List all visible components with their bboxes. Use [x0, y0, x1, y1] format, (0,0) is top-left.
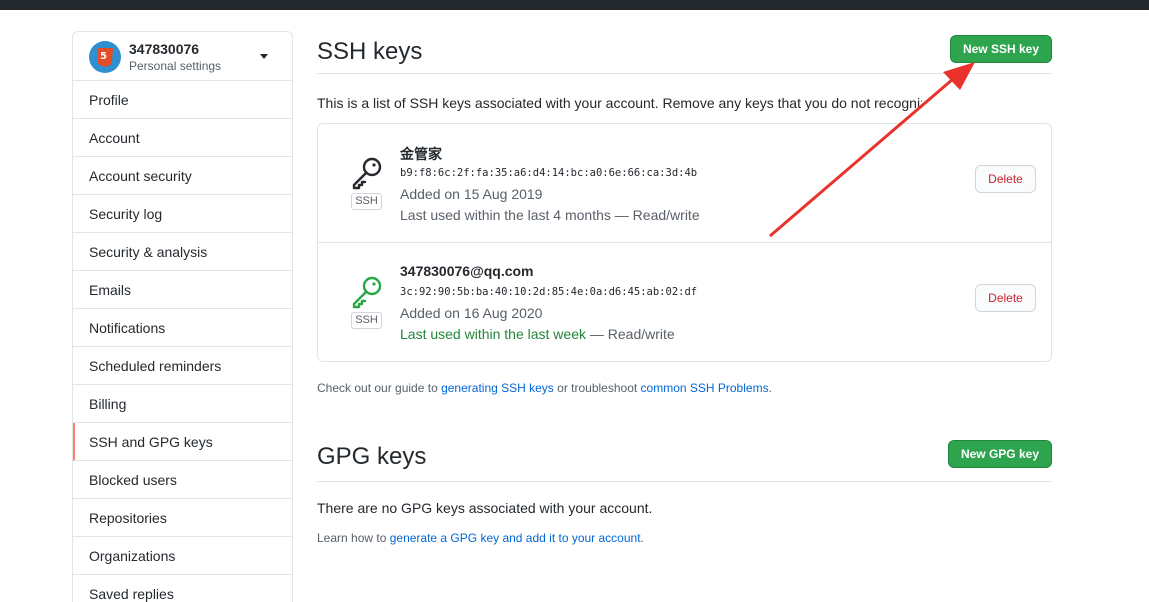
ssh-keys-title: SSH keys — [317, 38, 423, 65]
key-last-used: Last used within the last 4 months — Rea… — [400, 207, 700, 223]
key-fingerprint: 3c:92:90:5b:ba:40:10:2d:85:4e:0a:d6:45:a… — [400, 286, 698, 298]
ssh-badge: SSH — [351, 193, 382, 210]
avatar: 5 — [89, 41, 121, 73]
common-ssh-problems-link[interactable]: common SSH Problems — [641, 381, 769, 395]
sidebar-item-account-security[interactable]: Account security — [73, 157, 292, 195]
sidebar-item-security-analysis[interactable]: Security & analysis — [73, 233, 292, 271]
ssh-key-row: SSH 金管家 b9:f8:6c:2f:fa:35:a6:d4:14:bc:a0… — [318, 124, 1051, 243]
delete-key-button[interactable]: Delete — [975, 165, 1036, 193]
generate-gpg-key-link[interactable]: generate a GPG key and add it to your ac… — [390, 531, 641, 545]
key-added-date: Added on 15 Aug 2019 — [400, 186, 543, 202]
gpg-keys-title: GPG keys — [317, 443, 427, 470]
ssh-description: This is a list of SSH keys associated wi… — [317, 95, 922, 111]
key-icon — [352, 276, 382, 309]
key-icon — [352, 157, 382, 190]
account-switcher[interactable]: 5 347830076 Personal settings — [73, 32, 292, 81]
key-fingerprint: b9:f8:6c:2f:fa:35:a6:d4:14:bc:a0:6e:66:c… — [400, 167, 698, 179]
sidebar-item-account[interactable]: Account — [73, 119, 292, 157]
new-gpg-key-button[interactable]: New GPG key — [947, 440, 1052, 468]
sidebar-item-security-log[interactable]: Security log — [73, 195, 292, 233]
sidebar-item-ssh-gpg-keys[interactable]: SSH and GPG keys — [73, 423, 292, 461]
generating-ssh-keys-link[interactable]: generating SSH keys — [441, 381, 554, 395]
sidebar-item-organizations[interactable]: Organizations — [73, 537, 292, 575]
caret-down-icon[interactable] — [260, 54, 268, 59]
top-header-bar — [0, 0, 1149, 10]
key-added-date: Added on 16 Aug 2020 — [400, 305, 543, 321]
sidebar-item-saved-replies[interactable]: Saved replies — [73, 575, 292, 602]
ssh-key-list: SSH 金管家 b9:f8:6c:2f:fa:35:a6:d4:14:bc:a0… — [317, 123, 1052, 362]
sidebar-item-repositories[interactable]: Repositories — [73, 499, 292, 537]
settings-sidebar: 5 347830076 Personal settings Profile Ac… — [72, 31, 293, 602]
new-ssh-key-button[interactable]: New SSH key — [949, 35, 1052, 63]
sidebar-item-profile[interactable]: Profile — [73, 81, 292, 119]
main-content: SSH keys New SSH key This is a list of S… — [317, 31, 1052, 545]
gpg-learn-text: Learn how to generate a GPG key and add … — [317, 531, 644, 545]
sidebar-item-blocked-users[interactable]: Blocked users — [73, 461, 292, 499]
personal-settings-label: Personal settings — [129, 59, 222, 73]
key-title: 金管家 — [400, 146, 442, 162]
no-gpg-keys-text: There are no GPG keys associated with yo… — [317, 500, 653, 516]
key-title: 347830076@qq.com — [400, 263, 534, 279]
delete-key-button[interactable]: Delete — [975, 284, 1036, 312]
key-last-used: Last used within the last week — Read/wr… — [400, 326, 675, 342]
ssh-badge: SSH — [351, 312, 382, 329]
username: 347830076 — [129, 41, 200, 57]
sidebar-item-scheduled-reminders[interactable]: Scheduled reminders — [73, 347, 292, 385]
ssh-section-header: SSH keys New SSH key — [317, 31, 1052, 74]
ssh-guide-text: Check out our guide to generating SSH ke… — [317, 381, 772, 395]
sidebar-item-billing[interactable]: Billing — [73, 385, 292, 423]
sidebar-item-notifications[interactable]: Notifications — [73, 309, 292, 347]
gpg-section-header: GPG keys New GPG key — [317, 440, 1052, 482]
ssh-key-row: SSH 347830076@qq.com 3c:92:90:5b:ba:40:1… — [318, 243, 1051, 362]
sidebar-item-emails[interactable]: Emails — [73, 271, 292, 309]
